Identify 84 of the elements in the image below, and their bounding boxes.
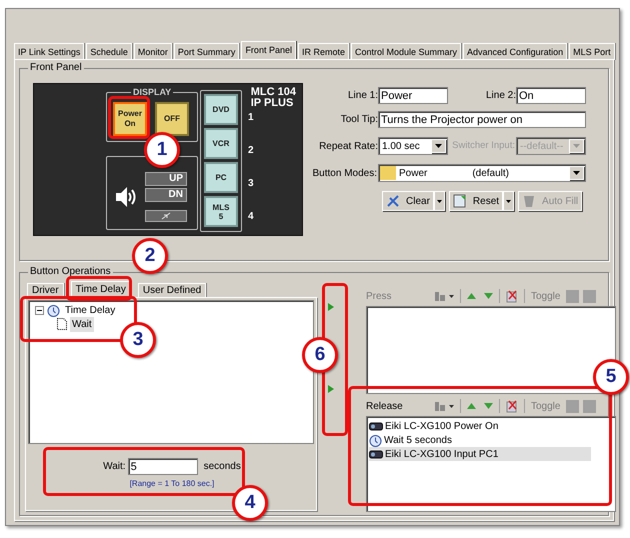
range-hint: [Range = 1 To 180 sec.] [130, 478, 214, 490]
tree-item[interactable]: Wait [70, 316, 94, 332]
tab[interactable]: Monitor [134, 43, 172, 60]
caret-icon[interactable] [449, 404, 454, 408]
wait-field[interactable]: 5 [128, 458, 198, 475]
input-number: 4 [248, 211, 254, 222]
mute-icon [161, 212, 171, 220]
unit-label: seconds [204, 460, 241, 474]
delete-icon[interactable] [506, 290, 518, 302]
tab[interactable]: IP Link Settings [14, 43, 84, 60]
caret-icon [435, 144, 442, 148]
text-field[interactable]: Power [378, 87, 448, 104]
input-number: 1 [248, 112, 254, 123]
tree-item[interactable]: Time Delay [63, 302, 118, 318]
collapse-toggle[interactable] [35, 306, 44, 314]
caret-icon [573, 144, 580, 148]
speaker-icon [115, 185, 137, 209]
dropdown[interactable]: Power (default) [378, 164, 586, 182]
tab[interactable]: Control Module Summary [350, 43, 462, 60]
input-button[interactable]: MLS 5 [204, 196, 238, 227]
document-icon [452, 194, 467, 208]
panel-button[interactable]: OFF [155, 102, 189, 136]
dropdown-button[interactable] [503, 191, 514, 211]
field-label: Switcher Input: [451, 138, 516, 153]
toggle-swatch[interactable] [566, 290, 580, 302]
play-arrow-icon[interactable] [328, 385, 334, 393]
delete-icon[interactable] [506, 400, 518, 412]
caret-icon[interactable] [449, 294, 454, 298]
bucket-icon [522, 194, 536, 208]
input-number: 3 [248, 178, 254, 189]
input-button[interactable]: DVD [204, 94, 238, 125]
up-arrow-icon[interactable] [467, 293, 476, 299]
field-label: Line 2: [484, 89, 516, 103]
stopwatch-icon [47, 304, 60, 316]
stopwatch-icon [369, 434, 382, 446]
list-item[interactable]: Wait 5 seconds [369, 433, 591, 447]
caret-icon [436, 200, 442, 202]
play-arrow-icon[interactable] [328, 303, 334, 311]
pane-label: Release [366, 400, 404, 414]
input-button[interactable]: VCR [204, 128, 238, 159]
field-label: Wait: [103, 460, 126, 474]
toggle-swatch[interactable] [566, 400, 580, 412]
caret-icon [573, 171, 580, 175]
field-label: Tool Tip: [340, 113, 378, 127]
minus-icon [37, 308, 42, 312]
text-field[interactable]: On [516, 87, 586, 104]
down-arrow-icon[interactable] [484, 293, 493, 299]
swatch-icon [380, 166, 396, 180]
panel-button[interactable]: Power On [113, 102, 147, 136]
input-number: 2 [248, 145, 254, 156]
projector-icon [369, 420, 383, 432]
tab[interactable]: IR Remote [298, 43, 349, 60]
input-button[interactable]: PC [204, 162, 238, 193]
field-label: Line 1: [346, 89, 378, 103]
tab[interactable]: Front Panel [241, 41, 296, 60]
field-label: Button Modes: [312, 166, 378, 180]
toggle-swatch[interactable] [583, 400, 596, 412]
tab[interactable]: User Defined [138, 283, 206, 298]
volume-button[interactable]: DN [145, 188, 187, 202]
mute-button[interactable] [145, 210, 187, 222]
tab[interactable]: MLS Port [569, 43, 615, 60]
caret-icon [506, 200, 512, 202]
dropdown-button[interactable] [434, 191, 445, 211]
toolbar-button[interactable]: Clear [382, 191, 434, 211]
text-field[interactable]: Turns the Projector power on [378, 111, 586, 128]
tab[interactable]: Advanced Configuration [463, 43, 568, 60]
toolbar-button[interactable]: Reset [448, 191, 504, 211]
callout-frame [108, 96, 150, 139]
tab[interactable]: Schedule [86, 43, 132, 60]
volume-button[interactable]: UP [145, 172, 187, 186]
group-title: Button Operations [28, 266, 113, 278]
model-label: MLC 104 IP PLUS [250, 87, 296, 109]
list-item[interactable]: Eiki LC-XG100 Power On [369, 419, 591, 433]
pane-label: Press [366, 290, 393, 304]
dropdown[interactable]: 1.00 sec [378, 137, 448, 155]
down-arrow-icon[interactable] [484, 403, 493, 409]
field-label: Repeat Rate: [318, 140, 378, 154]
projector-icon [369, 448, 383, 460]
up-arrow-icon[interactable] [467, 403, 476, 409]
group-label: DISPLAY [131, 86, 174, 98]
tab[interactable]: Port Summary [174, 43, 240, 60]
document-icon [57, 318, 67, 330]
list-item[interactable]: Eiki LC-XG100 Input PC1 [369, 447, 591, 461]
toggle-swatch[interactable] [583, 290, 596, 302]
